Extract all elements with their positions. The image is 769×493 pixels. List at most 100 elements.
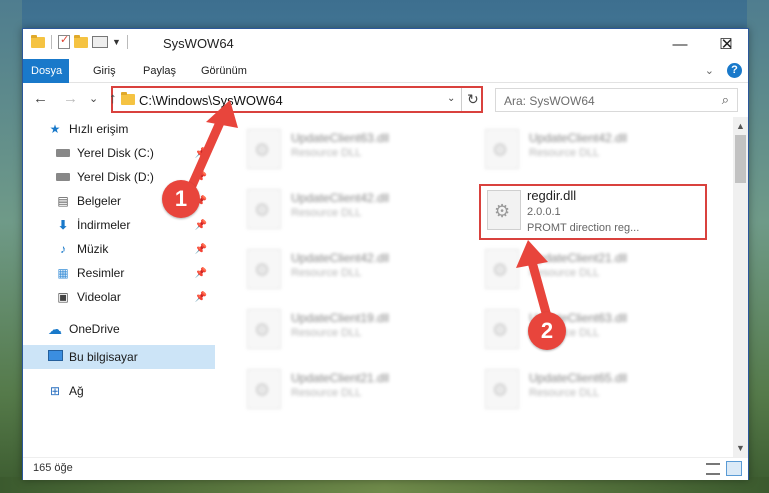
file-item[interactable]: UpdateClient21.dll Resource DLL: [215, 363, 445, 415]
cloud-icon: ☁: [48, 321, 62, 337]
sidebar-item-label: OneDrive: [69, 322, 120, 336]
toolbar-divider: [51, 35, 52, 49]
vertical-scrollbar[interactable]: ▲ ▼: [733, 117, 748, 457]
step-marker-1: 1: [162, 180, 200, 218]
file-item[interactable]: UpdateClient63.dll Resource DLL: [453, 303, 683, 355]
pin-icon[interactable]: 📌: [195, 148, 207, 159]
toolbar-divider: [126, 35, 128, 49]
pin-icon[interactable]: 📌: [195, 292, 207, 303]
address-divider: [461, 88, 462, 111]
up-button[interactable]: ↑: [109, 90, 117, 107]
sidebar-item-music[interactable]: ♪ Müzik 📌: [23, 237, 215, 261]
dll-file-icon: [247, 189, 281, 229]
status-bar: 165 öğe: [23, 457, 748, 480]
sidebar-item-label: Bu bilgisayar: [69, 350, 138, 364]
recent-locations-button[interactable]: ⌄: [89, 92, 98, 105]
pin-icon[interactable]: 📌: [195, 172, 207, 183]
file-item[interactable]: UpdateClient19.dll Resource DLL: [215, 303, 445, 355]
dll-file-icon: [485, 309, 519, 349]
picture-icon: ▦: [57, 266, 69, 280]
sidebar-item-pictures[interactable]: ▦ Resimler 📌: [23, 261, 215, 285]
computer-icon: [47, 350, 63, 364]
item-count: 165 öğe: [33, 462, 73, 474]
sidebar-item-videos[interactable]: ▣ Videolar 📌: [23, 285, 215, 309]
folder-icon: [31, 34, 45, 48]
desktop-background-right: [747, 0, 769, 493]
tab-view[interactable]: Görünüm: [193, 59, 255, 83]
sidebar-item-label: Belgeler: [77, 194, 122, 208]
sidebar-item-label: Müzik: [77, 242, 109, 256]
document-icon: ▤: [57, 194, 69, 208]
help-icon[interactable]: ?: [727, 63, 742, 78]
file-list: UpdateClient63.dll Resource DLL UpdateCl…: [215, 117, 733, 457]
scrollbar-thumb[interactable]: [735, 135, 746, 183]
sidebar-item-network[interactable]: ⊞ Ağ: [23, 379, 215, 403]
sidebar-item-label: Videolar: [77, 290, 121, 304]
file-item[interactable]: UpdateClient42.dll Resource DLL: [215, 183, 445, 235]
title-bar: ▼ SysWOW64 — ☐: [23, 29, 748, 59]
sidebar-item-local-disk-c[interactable]: Yerel Disk (C:) 📌: [23, 141, 215, 165]
desktop-background-left: [0, 0, 22, 493]
window-title: SysWOW64: [163, 36, 234, 51]
minimize-button[interactable]: —: [657, 29, 703, 59]
address-dropdown-icon[interactable]: ⌄: [447, 93, 455, 104]
dll-file-icon: [487, 190, 521, 230]
sidebar-item-label: Hızlı erişim: [69, 122, 129, 136]
sidebar-item-label: Yerel Disk (C:): [77, 146, 154, 160]
tab-share[interactable]: Paylaş: [135, 59, 184, 83]
dll-file-icon: [485, 249, 519, 289]
new-folder-icon[interactable]: [74, 34, 88, 48]
navigation-bar: ← → ⌄ C:\Windows\SysWOW64 ⌄ ↻ Ara: SysWO…: [23, 84, 748, 116]
file-item[interactable]: UpdateClient21.dll Resource DLL: [453, 243, 683, 295]
large-icons-view-icon[interactable]: [726, 461, 742, 476]
address-path[interactable]: C:\Windows\SysWOW64: [139, 93, 283, 108]
file-item[interactable]: UpdateClient65.dll Resource DLL: [453, 363, 683, 415]
disk-icon: [55, 146, 71, 160]
dll-file-icon: [247, 129, 281, 169]
disk-icon: [55, 170, 71, 184]
dll-file-icon: [485, 129, 519, 169]
pin-icon[interactable]: 📌: [195, 268, 207, 279]
file-item[interactable]: UpdateClient42.dll Resource DLL: [453, 123, 683, 175]
step-marker-2: 2: [528, 312, 566, 350]
sidebar-item-label: Ağ: [69, 384, 84, 398]
search-box[interactable]: Ara: SysWOW64 ⌕: [495, 88, 738, 112]
tab-home[interactable]: Giriş: [85, 59, 124, 83]
scroll-down-icon[interactable]: ▼: [736, 443, 745, 453]
expand-ribbon-chevron-icon[interactable]: ⌄: [705, 64, 714, 77]
close-button[interactable]: ✕: [704, 29, 750, 59]
file-item[interactable]: UpdateClient42.dll Resource DLL: [215, 243, 445, 295]
sidebar-item-label: İndirmeler: [77, 218, 131, 232]
sidebar-item-quick-access[interactable]: ★ Hızlı erişim: [23, 117, 215, 141]
pin-icon[interactable]: 📌: [195, 220, 207, 231]
forward-button[interactable]: →: [63, 90, 78, 107]
search-icon[interactable]: ⌕: [722, 92, 729, 108]
details-view-icon[interactable]: [706, 463, 720, 475]
file-item[interactable]: UpdateClient63.dll Resource DLL: [215, 123, 445, 175]
refresh-button[interactable]: ↻: [467, 91, 479, 108]
star-icon: ★: [49, 122, 61, 136]
search-input[interactable]: Ara: SysWOW64: [504, 94, 595, 108]
network-icon: ⊞: [49, 384, 61, 398]
properties-check-icon[interactable]: [58, 33, 70, 49]
video-icon: ▣: [57, 290, 69, 304]
customize-toolbar-dropdown-icon[interactable]: ▼: [112, 37, 121, 47]
dll-file-icon: [485, 369, 519, 409]
quick-access-toolbar: ▼: [31, 33, 130, 49]
music-icon: ♪: [60, 242, 66, 256]
ribbon-tabs: Dosya Giriş Paylaş Görünüm ⌄ ?: [23, 59, 748, 83]
file-item-regdir-dll[interactable]: regdir.dll 2.0.0.1 PROMT direction reg..…: [479, 184, 707, 240]
folder-icon: [121, 92, 135, 105]
pin-icon[interactable]: 📌: [195, 244, 207, 255]
file-description: PROMT direction reg...: [527, 222, 640, 234]
address-bar[interactable]: C:\Windows\SysWOW64 ⌄ ↻: [111, 86, 483, 113]
dll-file-icon: [247, 309, 281, 349]
back-button[interactable]: ←: [33, 90, 48, 107]
tab-file[interactable]: Dosya: [23, 59, 69, 83]
sidebar-item-this-pc[interactable]: Bu bilgisayar: [23, 345, 215, 369]
sidebar-item-label: Resimler: [77, 266, 125, 280]
dll-file-icon: [247, 369, 281, 409]
scroll-up-icon[interactable]: ▲: [736, 121, 745, 131]
rename-icon[interactable]: [92, 36, 108, 48]
sidebar-item-onedrive[interactable]: ☁ OneDrive: [23, 317, 215, 341]
